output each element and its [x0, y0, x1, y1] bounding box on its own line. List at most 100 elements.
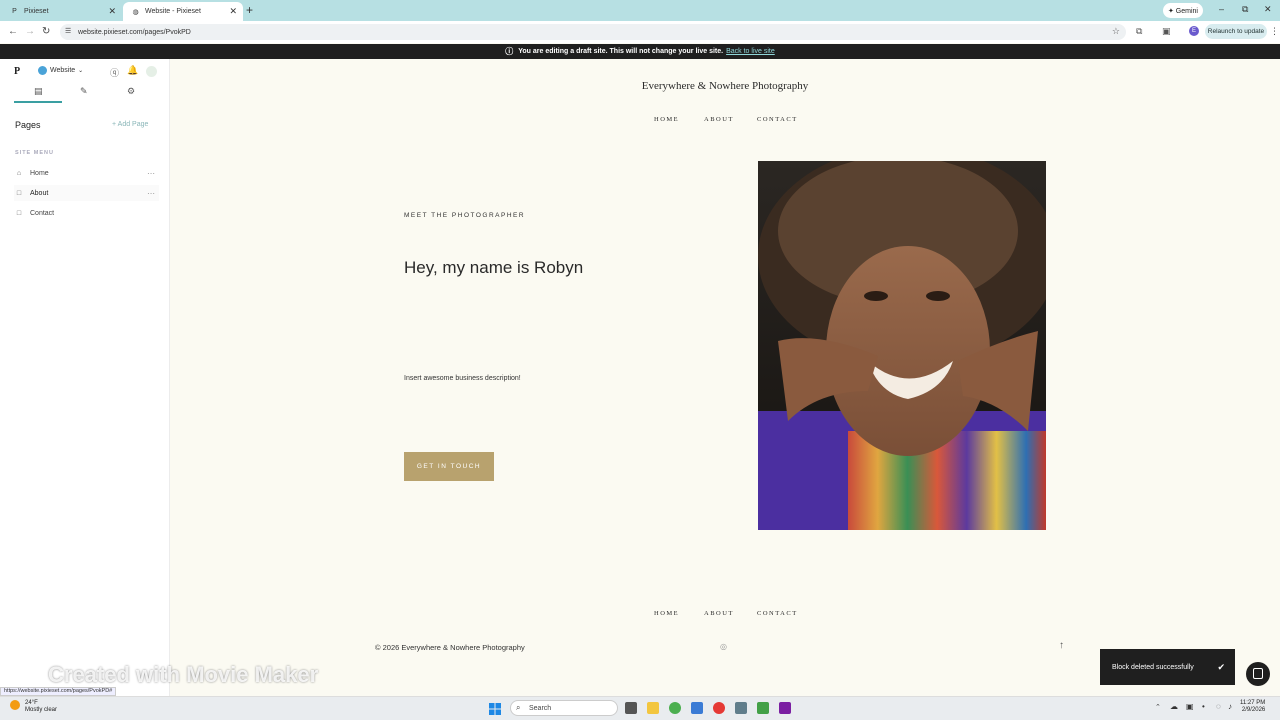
page-icon: □ [16, 189, 22, 197]
weather-widget[interactable]: 24°F Mostly clear [25, 700, 57, 714]
home-icon: ⌂ [16, 169, 22, 177]
checkmark-icon: ✔ [1217, 661, 1225, 672]
movie-maker-logo-icon [12, 654, 28, 670]
chevron-down-icon: ⌄ [78, 68, 84, 74]
sidebar-item-about[interactable]: □ About ⋯ [14, 185, 159, 201]
address-bar[interactable]: ☰ website.pixieset.com/pages/PvokPD ☆ [60, 24, 1126, 40]
volume-icon[interactable]: ♪ [1228, 702, 1232, 711]
forward-icon[interactable]: → [25, 26, 35, 37]
brush-design-icon[interactable]: ✎ [80, 86, 88, 97]
tab-website-pixieset[interactable]: ◍ Website - Pixieset ✕ [123, 2, 243, 21]
profile-avatar[interactable]: E [1189, 26, 1199, 36]
website-icon [38, 66, 47, 75]
bell-icon[interactable]: 🔔 [127, 65, 138, 76]
site-info-icon[interactable]: ☰ [65, 27, 71, 35]
minimize-icon[interactable]: – [1219, 4, 1224, 14]
app-icon[interactable] [691, 702, 703, 714]
footer-nav-home[interactable]: HOME [654, 610, 679, 617]
tab-pixieset[interactable]: P Pixieset ✕ [2, 2, 122, 21]
get-in-touch-button[interactable]: GET IN TOUCH [404, 452, 494, 481]
task-view-icon[interactable] [625, 702, 637, 714]
reload-icon[interactable]: ↻ [42, 26, 50, 37]
gemini-button[interactable]: ✦ Gemini [1163, 3, 1203, 18]
toast-notification: Block deleted successfully ✔ [1100, 649, 1235, 685]
weather-desc: Mostly clear [25, 707, 58, 713]
portrait-illustration [758, 161, 1046, 530]
instagram-icon[interactable]: ◎ [720, 642, 727, 651]
back-to-live-site-link[interactable]: Back to live site [726, 48, 775, 55]
nav-about[interactable]: ABOUT [704, 116, 734, 123]
globe-favicon-icon: ◍ [132, 8, 139, 16]
about-headline[interactable]: Hey, my name is Robyn [404, 258, 583, 278]
photographer-portrait-image[interactable] [758, 161, 1046, 530]
sidebar-item-label: Contact [30, 209, 55, 217]
pixieset-logo[interactable]: P [14, 66, 20, 77]
page-icon: □ [16, 209, 22, 217]
eyebrow-text[interactable]: MEET THE PHOTOGRAPHER [404, 212, 525, 219]
file-explorer-icon[interactable] [647, 702, 659, 714]
side-panel-icon[interactable]: ▣ [1162, 26, 1171, 37]
show-hidden-icons-icon[interactable]: ⌃ [1155, 703, 1161, 711]
cloud-icon[interactable]: ☁ [1170, 702, 1178, 711]
settings-app-icon[interactable] [735, 702, 747, 714]
spreadsheet-app-icon[interactable] [757, 702, 769, 714]
close-tab-icon[interactable]: ✕ [108, 6, 116, 17]
more-options-icon[interactable]: ⋯ [147, 189, 155, 198]
nav-contact[interactable]: CONTACT [757, 116, 798, 123]
business-description[interactable]: Insert awesome business description! [404, 375, 521, 382]
add-page-button[interactable]: + Add Page [112, 121, 148, 128]
search-placeholder: Search [529, 704, 552, 712]
chat-support-button[interactable] [1246, 662, 1270, 686]
url-text: website.pixieset.com/pages/PvokPD [78, 28, 191, 36]
pages-heading: Pages [15, 120, 41, 130]
relaunch-to-update-button[interactable]: Relaunch to update [1205, 24, 1267, 39]
microphone-icon[interactable]: • [1202, 702, 1205, 711]
weather-icon [10, 700, 20, 710]
back-to-top-arrow-icon[interactable]: ↑ [1059, 640, 1064, 651]
tab-label: Website - Pixieset [145, 8, 201, 15]
windows-taskbar [0, 696, 1280, 720]
draft-message: You are editing a draft site. This will … [518, 48, 724, 55]
back-icon[interactable]: ← [8, 26, 18, 37]
site-selector-dropdown[interactable]: Website ⌄ [38, 66, 83, 75]
close-window-icon[interactable]: ✕ [1264, 4, 1272, 15]
clock-date: 2/9/2026 [1241, 707, 1266, 713]
bookmark-star-icon[interactable]: ☆ [1112, 26, 1120, 37]
new-tab-button[interactable]: + [246, 3, 253, 17]
taskbar-clock[interactable]: 11:27 PM 2/9/2026 [1240, 700, 1265, 714]
copyright-text: © 2026 Everywhere & Nowhere Photography [375, 643, 525, 652]
more-menu-icon[interactable]: ⋮ [1270, 26, 1279, 37]
chrome-icon[interactable] [669, 702, 681, 714]
search-icon: ⌕ [516, 703, 521, 712]
site-menu-label: SITE MENU [15, 150, 54, 156]
pages-tab-icon[interactable]: ▤ [34, 86, 43, 97]
close-tab-icon[interactable]: ✕ [229, 6, 237, 17]
sidebar-item-home[interactable]: ⌂ Home ⋯ [14, 165, 159, 181]
sidebar-item-contact[interactable]: □ Contact [14, 205, 159, 221]
site-selector-label: Website [50, 67, 76, 74]
nav-home[interactable]: HOME [654, 116, 679, 123]
weather-temp: 24°F [25, 700, 38, 706]
chrome-profile-icon[interactable] [713, 702, 725, 714]
restore-icon[interactable]: ⧉ [1242, 4, 1248, 15]
site-title[interactable]: Everywhere & Nowhere Photography [600, 80, 850, 92]
more-options-icon[interactable]: ⋯ [147, 169, 155, 178]
chat-icon [1253, 668, 1263, 679]
footer-nav-contact[interactable]: CONTACT [757, 610, 798, 617]
movie-maker-watermark: Created with Movie Maker [48, 662, 319, 687]
gear-settings-icon[interactable]: ⚙ [127, 86, 135, 97]
user-avatar[interactable] [146, 66, 157, 77]
network-tray-icon[interactable]: ▣ [1186, 702, 1194, 711]
info-icon: ⓘ [505, 47, 514, 56]
windows-start-icon[interactable] [489, 702, 501, 715]
help-icon[interactable]: ⓠ [110, 66, 119, 79]
media-app-icon[interactable] [779, 702, 791, 714]
taskbar-search-input[interactable]: ⌕ Search [510, 700, 618, 716]
pixieset-favicon-icon: P [12, 8, 17, 15]
sidebar-item-label: About [30, 189, 49, 197]
toast-message: Block deleted successfully [1112, 663, 1194, 671]
footer-nav-about[interactable]: ABOUT [704, 610, 734, 617]
wifi-icon[interactable]: ◌ [1216, 702, 1221, 711]
extensions-icon[interactable]: ⧉ [1136, 26, 1142, 37]
status-bar-url: https://website.pixieset.com/pages/PvokP… [0, 687, 117, 696]
